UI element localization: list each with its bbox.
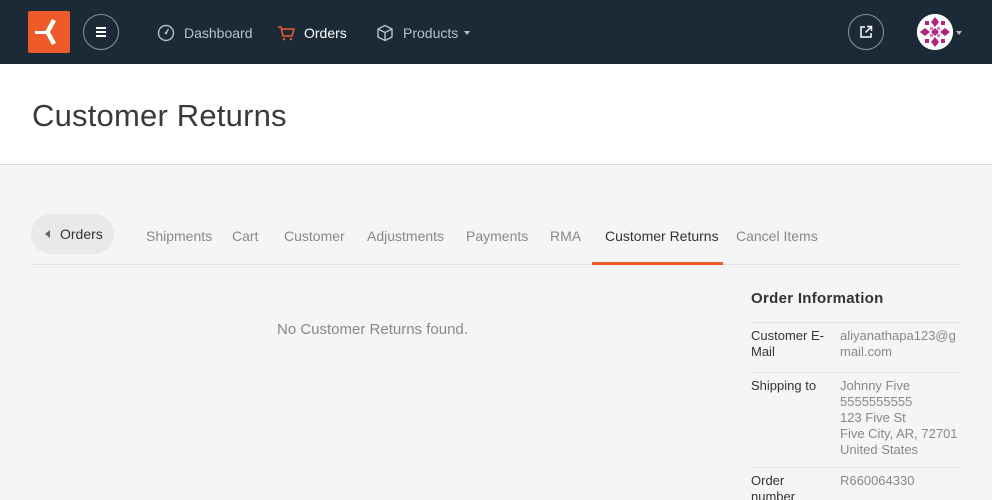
shipping-street: 123 Five St — [840, 410, 906, 425]
tab-cart[interactable]: Cart — [232, 228, 258, 244]
order-number-label: Order number — [751, 473, 796, 500]
email-label: Customer E-Mail — [751, 328, 824, 359]
cart-icon — [278, 26, 295, 41]
back-label: Orders — [60, 226, 103, 242]
shipping-label: Shipping to — [751, 378, 817, 393]
nav-item-dashboard[interactable]: Dashboard — [157, 24, 253, 42]
tab-shipments[interactable]: Shipments — [146, 228, 212, 244]
open-storefront-button[interactable] — [848, 14, 884, 50]
page-title: Customer Returns — [32, 98, 287, 133]
avatar-pattern-icon — [917, 14, 953, 50]
divider — [751, 322, 961, 323]
tab-cancel-items[interactable]: Cancel Items — [736, 228, 818, 244]
external-link-icon — [860, 25, 873, 38]
nav-item-orders[interactable]: Orders — [277, 24, 347, 42]
order-tabs: Orders Shipments Cart Customer Adjustmen… — [31, 205, 961, 265]
shipping-address: Johnny Five 5555555555 123 Five St Five … — [840, 378, 962, 458]
shipping-phone: 5555555555 — [840, 394, 913, 409]
divider — [751, 372, 961, 373]
empty-state-message: No Customer Returns found. — [277, 321, 468, 338]
tab-payments[interactable]: Payments — [466, 228, 528, 244]
nav-label-dashboard: Dashboard — [184, 25, 253, 41]
order-number: R660064330 — [840, 473, 915, 488]
menu-toggle-button[interactable] — [83, 14, 119, 50]
hamburger-icon — [96, 27, 106, 37]
customer-email: aliyanathapa123@gmail.com — [840, 328, 956, 359]
chevron-down-icon — [464, 31, 471, 35]
shipping-country: United States — [840, 442, 919, 457]
avatar-chevron-down-icon[interactable] — [956, 31, 962, 35]
tab-rma[interactable]: RMA — [550, 228, 581, 244]
logo-icon[interactable] — [28, 11, 70, 53]
chevron-left-icon — [45, 230, 50, 238]
nav-label-orders: Orders — [304, 25, 347, 41]
back-to-orders-button[interactable]: Orders — [31, 214, 114, 254]
shipping-name: Johnny Five — [840, 378, 911, 393]
shipping-city: Five City, AR, 72701 — [840, 426, 958, 441]
tab-customer-returns[interactable]: Customer Returns — [605, 228, 719, 244]
divider — [751, 467, 961, 468]
user-avatar[interactable] — [917, 14, 953, 50]
page-header: Customer Returns — [0, 64, 992, 165]
dashboard-icon — [157, 24, 175, 42]
tab-adjustments[interactable]: Adjustments — [367, 228, 444, 244]
nav-label-products: Products — [403, 25, 459, 41]
active-tab-indicator — [592, 262, 723, 265]
tab-customer[interactable]: Customer — [284, 228, 345, 244]
order-info-title: Order Information — [751, 290, 884, 307]
nav-item-products[interactable]: Products — [376, 24, 471, 42]
box-icon — [377, 24, 393, 42]
top-navbar: Dashboard Orders Products — [0, 0, 992, 64]
